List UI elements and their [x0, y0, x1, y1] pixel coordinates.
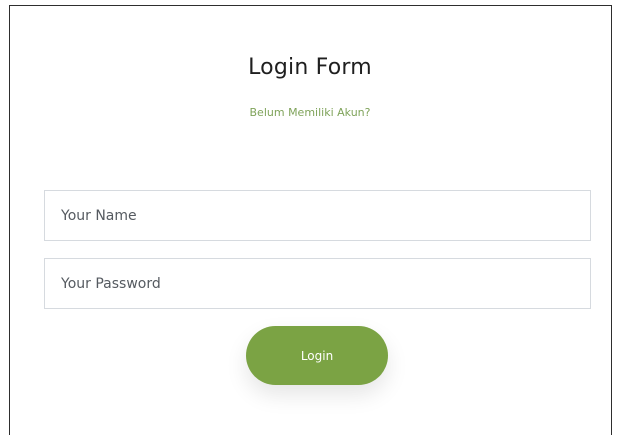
signup-link[interactable]: Belum Memiliki Akun? — [0, 106, 620, 119]
name-input[interactable] — [44, 190, 591, 241]
form-title: Login Form — [248, 55, 372, 80]
login-button[interactable]: Login — [246, 326, 388, 385]
password-input[interactable] — [44, 258, 591, 309]
